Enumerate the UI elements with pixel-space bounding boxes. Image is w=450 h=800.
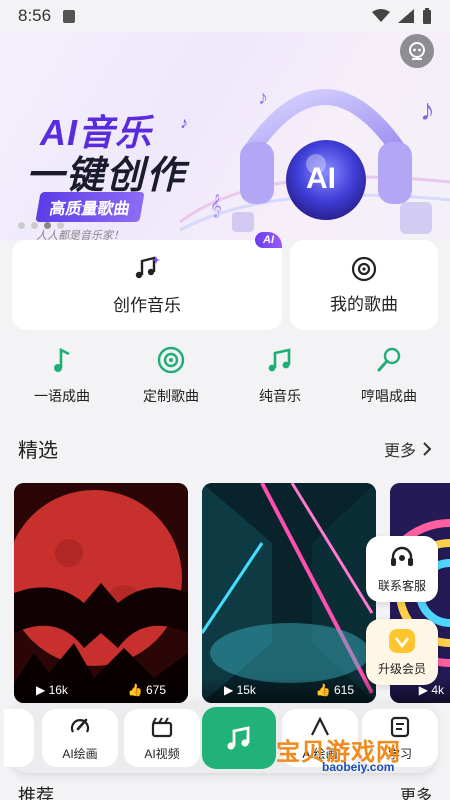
- create-music-label: 创作音乐: [113, 295, 181, 315]
- play-count-value: 4k: [431, 683, 444, 697]
- paint-brush-icon: [70, 718, 90, 733]
- clapperboard-icon: [151, 716, 173, 737]
- chevron-right-icon: [423, 441, 432, 456]
- quick-action-hum-song[interactable]: 哼唱成曲: [333, 346, 445, 406]
- status-time: 8:56: [18, 6, 52, 25]
- wifi-icon: [372, 9, 390, 22]
- dock-item-ai-video[interactable]: AI视频: [124, 709, 200, 767]
- play-count: ▶ 4k: [418, 683, 444, 697]
- svg-text:𝄞: 𝄞: [210, 195, 222, 218]
- dock-item-label: AI绘画: [62, 746, 98, 761]
- diamond-icon: [389, 628, 415, 653]
- like-count: 👍 675: [127, 683, 166, 697]
- featured-title: 精选: [18, 440, 58, 462]
- dock-item-partial[interactable]: [4, 709, 34, 767]
- microphone-icon: [377, 347, 401, 372]
- quick-action-label: 纯音乐: [259, 388, 301, 404]
- vinyl-disc-icon: [351, 256, 377, 281]
- red-moon-bat-art: [14, 483, 188, 703]
- vinyl-disc-icon: [157, 346, 185, 374]
- play-count-value: 15k: [236, 683, 256, 697]
- recommend-title: 推荐: [18, 786, 54, 800]
- music-create-icon: [135, 255, 160, 278]
- banner-title-line2: 一键创作: [26, 155, 187, 197]
- song-stats: ▶ 16k 👍 675: [14, 677, 188, 703]
- site-watermark-url: baobeiy.com: [322, 760, 395, 774]
- song-stats: ▶ 15k 👍 615: [202, 677, 376, 703]
- status-icons: [372, 8, 432, 24]
- quick-action-label: 一语成曲: [34, 388, 90, 404]
- neon-corridor-art: [202, 483, 376, 703]
- play-count: ▶ 16k: [36, 683, 68, 697]
- quick-action-label: 哼唱成曲: [361, 388, 417, 404]
- upgrade-vip-button[interactable]: 升级会员: [366, 619, 438, 685]
- banner-pagination: [18, 222, 64, 229]
- dock-item-label: AI视频: [144, 746, 180, 761]
- recommend-section-header: 推荐 更多: [18, 782, 432, 800]
- quick-action-label: 定制歌曲: [143, 388, 199, 404]
- signal-icon: [398, 9, 414, 23]
- sim-icon: [63, 9, 76, 23]
- banner-badge: 高质量歌曲: [35, 192, 145, 222]
- upgrade-vip-label: 升级会员: [377, 661, 426, 676]
- svg-text:♪: ♪: [258, 87, 268, 109]
- recommend-more-link[interactable]: 更多: [400, 782, 432, 800]
- banner-dot-active: [44, 222, 51, 229]
- like-count: 👍 615: [315, 683, 354, 697]
- hero-banner[interactable]: ♪ ♪ ♪ 𝄞 AI音乐 一键创作 高质量歌曲 人人都是音乐家！ AI: [0, 32, 450, 240]
- headset-icon: [391, 546, 413, 566]
- my-songs-card[interactable]: 我的歌曲: [290, 240, 438, 330]
- dock-item-ai-painting[interactable]: AI绘画: [42, 709, 118, 767]
- featured-song-card[interactable]: ▶ 16k 👍 675: [14, 483, 188, 703]
- quick-action-one-sentence[interactable]: 一语成曲: [6, 346, 118, 406]
- like-count-value: 615: [333, 683, 354, 697]
- quick-action-custom-song[interactable]: 定制歌曲: [115, 346, 227, 406]
- music-note-icon: [227, 726, 250, 750]
- play-count-value: 16k: [48, 683, 68, 697]
- featured-song-card[interactable]: ▶ 15k 👍 615: [202, 483, 376, 703]
- my-songs-label: 我的歌曲: [330, 294, 398, 314]
- music-notes-icon: [268, 348, 291, 372]
- like-count-value: 675: [145, 683, 166, 697]
- create-music-card[interactable]: AI 创作音乐: [12, 232, 282, 330]
- customer-service-label: 联系客服: [377, 578, 426, 593]
- robot-assistant-button[interactable]: [400, 34, 434, 68]
- status-bar: 8:56: [0, 0, 450, 32]
- dock-item-music[interactable]: [202, 707, 276, 769]
- customer-service-button[interactable]: 联系客服: [366, 536, 438, 602]
- featured-more-link[interactable]: 更多: [384, 437, 432, 461]
- banner-ai-text: AI: [306, 162, 336, 195]
- svg-text:♪: ♪: [180, 115, 188, 132]
- banner-dot: [18, 222, 25, 229]
- battery-icon: [423, 8, 431, 24]
- music-note-icon: [54, 347, 70, 372]
- robot-icon: [409, 42, 425, 60]
- banner-dot: [57, 222, 64, 229]
- play-count: ▶ 15k: [224, 683, 256, 697]
- featured-section-header: 精选 更多: [18, 434, 432, 463]
- banner-dot: [31, 222, 38, 229]
- more-label: 更多: [383, 442, 416, 460]
- svg-text:♪: ♪: [420, 94, 435, 127]
- quick-action-pure-music[interactable]: 纯音乐: [224, 346, 336, 406]
